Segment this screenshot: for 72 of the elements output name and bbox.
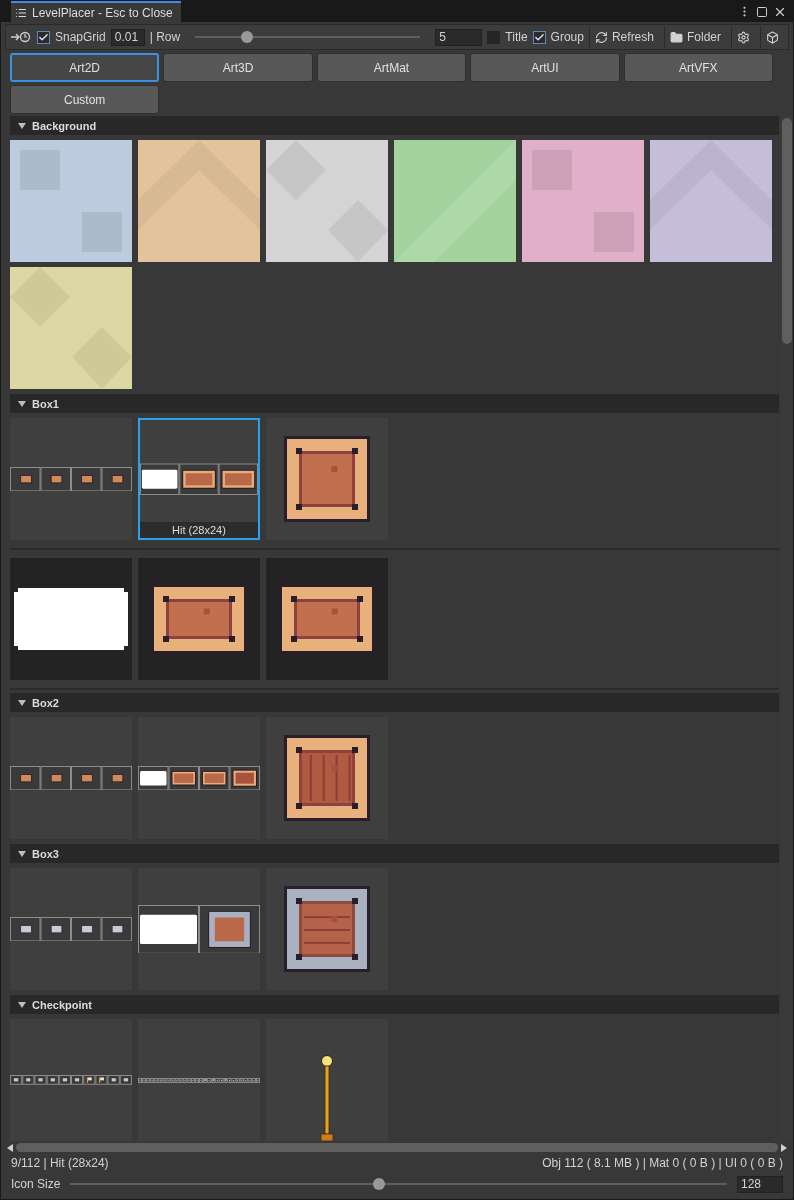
texture-swatch[interactable] — [650, 140, 772, 262]
texture-swatch[interactable] — [394, 140, 516, 262]
list-icon — [15, 6, 27, 19]
asset-tile[interactable]: Hit (28x24) — [138, 418, 260, 540]
icon-size-field[interactable]: 128 — [737, 1175, 783, 1193]
checkbox[interactable] — [487, 30, 501, 44]
snap-value-field[interactable]: 0.01 — [110, 28, 145, 46]
section-title: Background — [32, 119, 97, 132]
expand-triangle-icon[interactable] — [18, 1000, 26, 1009]
section-title: Box2 — [32, 696, 59, 709]
category-tab[interactable]: ArtVFX — [623, 53, 773, 82]
asset-tile[interactable] — [138, 717, 260, 839]
window-title: LevelPlacer - Esc to Close — [32, 5, 173, 20]
slider-thumb[interactable] — [372, 1178, 385, 1190]
section-header[interactable]: Checkpoint — [10, 995, 779, 1014]
expand-triangle-icon[interactable] — [18, 399, 26, 408]
section-header[interactable]: Background — [10, 116, 779, 135]
settings-icon — [737, 30, 750, 44]
asset-tile[interactable] — [138, 868, 260, 990]
scrollbar-thumb[interactable] — [16, 1143, 778, 1152]
section-header[interactable]: Box1 — [10, 394, 779, 413]
category-tab[interactable]: ArtUI — [470, 53, 620, 82]
category-tab[interactable]: Art2D — [10, 53, 160, 82]
texture-swatch[interactable] — [522, 140, 644, 262]
checkbox-label: Group — [550, 30, 584, 44]
asset-tile[interactable] — [10, 717, 132, 839]
section-title: Box1 — [32, 397, 59, 410]
window-tab[interactable]: LevelPlacer - Esc to Close — [11, 1, 181, 22]
texture-swatch[interactable] — [10, 140, 132, 262]
expand-triangle-icon[interactable] — [18, 849, 26, 858]
category-tab[interactable]: Art3D — [163, 53, 313, 82]
asset-tile[interactable] — [138, 1019, 260, 1141]
asset-tile[interactable] — [266, 717, 388, 839]
snap-icon[interactable] — [10, 31, 32, 43]
selection-info: 9/112 | Hit (28x24) — [11, 1156, 109, 1172]
section-header[interactable]: Box2 — [10, 693, 779, 712]
right-arrow-icon[interactable] — [781, 1143, 787, 1152]
folder-icon — [670, 30, 683, 44]
texture-swatch[interactable] — [266, 140, 388, 262]
tile-caption: Hit (28x24) — [140, 522, 258, 538]
left-arrow-icon[interactable] — [7, 1143, 13, 1152]
asset-tile[interactable] — [266, 558, 388, 680]
checkbox[interactable] — [37, 30, 50, 44]
slider-thumb[interactable] — [240, 31, 253, 43]
asset-tile[interactable] — [266, 1019, 388, 1141]
refresh-icon — [594, 30, 608, 44]
icon-size-label: Icon Size — [11, 1177, 61, 1191]
category-tab[interactable]: Custom — [10, 85, 160, 114]
row-value-field[interactable]: 5 — [435, 28, 483, 46]
expand-triangle-icon[interactable] — [18, 698, 26, 707]
asset-tile[interactable] — [10, 1019, 132, 1141]
section-header[interactable]: Box3 — [10, 844, 779, 863]
maximize-icon[interactable] — [756, 5, 768, 18]
scrollbar-thumb[interactable] — [782, 118, 792, 344]
section-title: Box3 — [32, 847, 59, 860]
asset-tile[interactable] — [266, 418, 388, 540]
cube-icon — [766, 30, 779, 44]
section-title: Checkpoint — [32, 998, 92, 1011]
texture-swatch[interactable] — [10, 267, 132, 389]
expand-triangle-icon[interactable] — [18, 121, 26, 130]
asset-tile[interactable] — [138, 558, 260, 680]
row-label: | Row — [149, 30, 181, 44]
memory-stats: Obj 112 ( 8.1 MB ) | Mat 0 ( 0 B ) | UI 0 ( 0 B ) — [542, 1156, 783, 1172]
asset-tile[interactable] — [266, 868, 388, 990]
asset-tile[interactable] — [10, 868, 132, 990]
category-tab[interactable]: ArtMat — [316, 53, 467, 82]
asset-tile[interactable] — [10, 558, 132, 680]
checkbox[interactable] — [532, 30, 546, 44]
checkbox-label: SnapGrid — [55, 30, 106, 44]
texture-swatch[interactable] — [138, 140, 260, 262]
checkbox-label: Title — [505, 30, 528, 44]
asset-tile[interactable] — [10, 418, 132, 540]
